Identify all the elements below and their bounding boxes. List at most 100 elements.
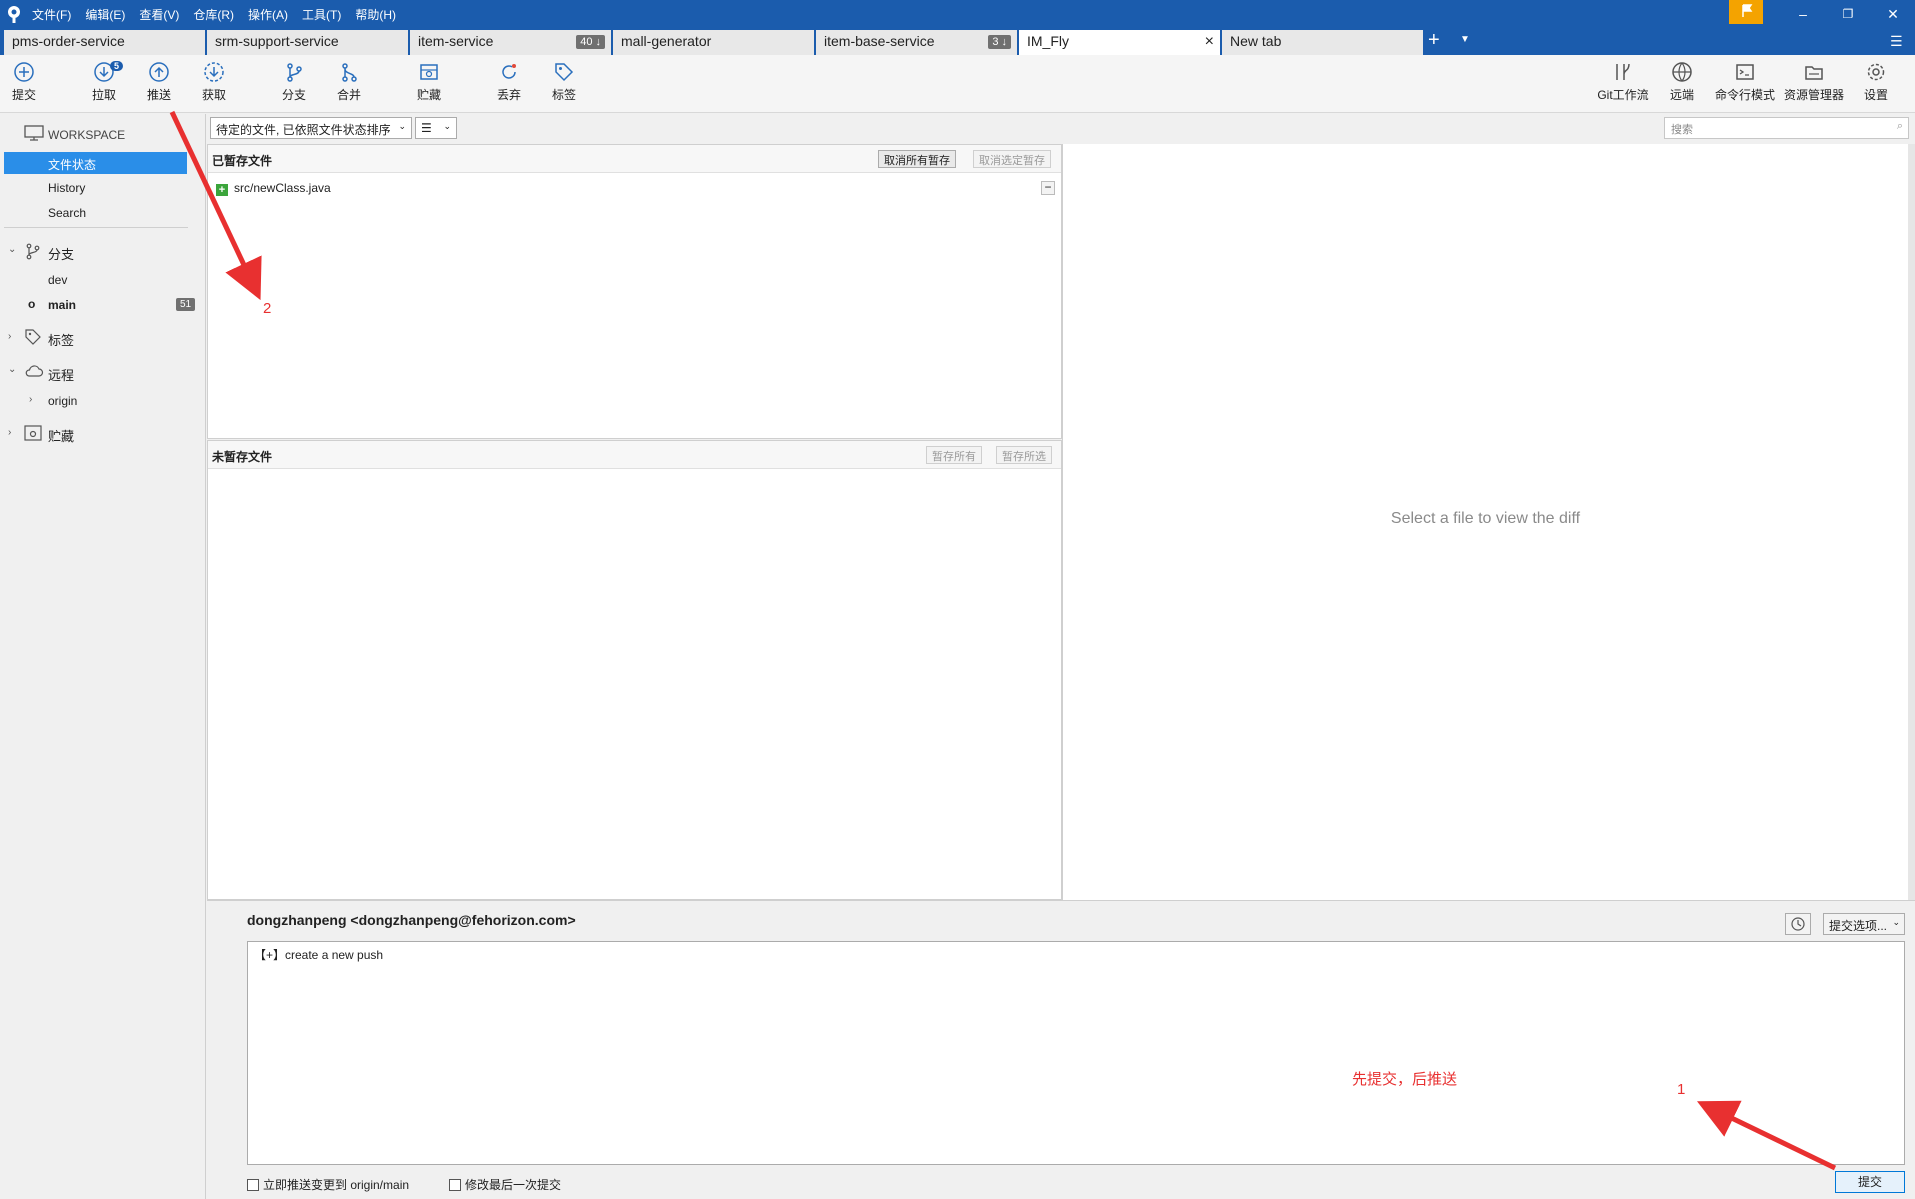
sidebar-section-branches[interactable]: 分支 xyxy=(48,244,74,263)
push-button[interactable]: 推送 xyxy=(133,61,185,103)
menu-help[interactable]: 帮助(H) xyxy=(355,6,396,23)
settings-button[interactable]: 设置 xyxy=(1850,61,1902,103)
terminal-button[interactable]: 命令行模式 xyxy=(1712,61,1778,103)
remote-button[interactable]: 远端 xyxy=(1656,61,1708,103)
sidebar-section-tags[interactable]: 标签 xyxy=(48,330,74,349)
stash-button[interactable]: 贮藏 xyxy=(403,61,455,103)
unstaged-files-header: 未暂存文件 暂存所有 暂存所选 xyxy=(208,441,1061,469)
sidebar-divider xyxy=(4,227,188,228)
menu-edit[interactable]: 编辑(E) xyxy=(85,6,125,23)
restore-icon[interactable]: ❐ xyxy=(1838,4,1858,24)
staged-files-panel: 已暂存文件 取消所有暂存 取消选定暂存 + src/newClass.java − xyxy=(207,144,1062,439)
diff-viewer: Select a file to view the diff xyxy=(1062,144,1908,900)
tab-srm-support-service[interactable]: srm-support-service xyxy=(207,30,409,55)
chevron-right-icon[interactable]: › xyxy=(8,427,11,438)
tab-label: srm-support-service xyxy=(215,33,339,49)
close-tab-icon[interactable]: × xyxy=(1205,33,1214,51)
chevron-right-icon[interactable]: › xyxy=(29,394,32,405)
commit-button[interactable]: 提交 xyxy=(0,61,50,103)
commit-message-input[interactable]: 【+】create a new push xyxy=(247,941,1905,1165)
menu-actions[interactable]: 操作(A) xyxy=(248,6,288,23)
tab-label: IM_Fly xyxy=(1027,33,1069,49)
cloud-icon xyxy=(25,365,44,377)
tab-pms-order-service[interactable]: pms-order-service xyxy=(4,30,206,55)
menu-repository[interactable]: 仓库(R) xyxy=(193,6,234,23)
view-mode-dropdown[interactable]: ☰ ⌄ xyxy=(415,117,457,139)
flag-icon[interactable] xyxy=(1729,0,1763,24)
unstage-all-button[interactable]: 取消所有暂存 xyxy=(878,150,956,168)
folder-icon xyxy=(1805,66,1823,80)
main-ahead-badge: 51 xyxy=(176,298,196,311)
commit-message-text: 【+】create a new push xyxy=(254,948,384,962)
settings-label: 设置 xyxy=(1863,88,1888,102)
close-window-icon[interactable]: ✕ xyxy=(1883,4,1903,24)
minimize-icon[interactable]: – xyxy=(1793,4,1813,24)
sidebar-section-remotes[interactable]: 远程 xyxy=(48,365,74,384)
current-branch-indicator-icon: o xyxy=(28,297,36,311)
diff-placeholder-message: Select a file to view the diff xyxy=(1390,510,1581,527)
unstage-selected-button[interactable]: 取消选定暂存 xyxy=(973,150,1051,168)
tab-new-tab[interactable]: New tab xyxy=(1222,30,1424,55)
sidebar-item-file-status[interactable]: 文件状态 xyxy=(48,156,96,173)
chevron-down-icon[interactable]: ⌄ xyxy=(8,244,16,255)
fetch-circle-icon xyxy=(204,62,224,82)
discard-button[interactable]: 丢弃 xyxy=(483,61,535,103)
sidebar-item-origin[interactable]: origin xyxy=(48,394,77,408)
explorer-button[interactable]: 资源管理器 xyxy=(1782,61,1846,103)
sidebar-item-search[interactable]: Search xyxy=(48,206,86,220)
merge-icon xyxy=(342,63,357,82)
tab-bar: pms-order-service srm-support-service it… xyxy=(0,28,1915,55)
added-file-icon: + xyxy=(216,184,228,196)
menu-bar: 文件(F) 编辑(E) 查看(V) 仓库(R) 操作(A) 工具(T) 帮助(H… xyxy=(32,6,396,23)
title-bar: 文件(F) 编辑(E) 查看(V) 仓库(R) 操作(A) 工具(T) 帮助(H… xyxy=(0,0,1915,28)
staged-file-row[interactable]: + src/newClass.java xyxy=(216,181,331,196)
amend-checkbox[interactable]: 修改最后一次提交 xyxy=(449,1176,561,1193)
stage-selected-button[interactable]: 暂存所选 xyxy=(996,446,1052,464)
sidebar-item-branch-main[interactable]: main xyxy=(48,298,76,312)
tag-button[interactable]: 标签 xyxy=(538,61,590,103)
merge-button[interactable]: 合并 xyxy=(323,61,375,103)
tab-label: item-base-service xyxy=(824,33,935,49)
gitflow-icon xyxy=(1616,63,1630,80)
pull-button[interactable]: 5 拉取 xyxy=(78,61,130,103)
menu-file[interactable]: 文件(F) xyxy=(32,6,71,23)
commit-history-button[interactable] xyxy=(1785,913,1811,935)
diff-scrollbar[interactable] xyxy=(1908,144,1915,900)
branch-button[interactable]: 分支 xyxy=(268,61,320,103)
push-immediately-checkbox[interactable]: 立即推送变更到 origin/main xyxy=(247,1176,409,1193)
staged-files-header: 已暂存文件 取消所有暂存 取消选定暂存 xyxy=(208,145,1061,173)
commit-submit-button[interactable]: 提交 xyxy=(1835,1171,1905,1193)
pull-count-badge: 5 xyxy=(110,61,124,71)
stash-icon xyxy=(420,64,438,80)
chevron-down-icon[interactable]: ▼ xyxy=(1460,34,1470,45)
fetch-button[interactable]: 获取 xyxy=(188,61,240,103)
incoming-count-badge: 3 ↓ xyxy=(988,35,1011,49)
sidebar-section-stashes[interactable]: 贮藏 xyxy=(48,426,74,445)
tab-item-base-service[interactable]: item-base-service 3 ↓ xyxy=(816,30,1018,55)
tab-label: mall-generator xyxy=(621,33,712,49)
add-tab-icon[interactable]: + xyxy=(1428,29,1440,52)
stage-all-button[interactable]: 暂存所有 xyxy=(926,446,982,464)
commit-author: dongzhanpeng <dongzhanpeng@fehorizon.com… xyxy=(247,912,576,928)
menu-tools[interactable]: 工具(T) xyxy=(302,6,341,23)
explorer-label: 资源管理器 xyxy=(1783,88,1844,102)
tag-icon xyxy=(555,63,574,82)
sidebar-item-history[interactable]: History xyxy=(48,181,85,195)
unstage-file-icon[interactable]: − xyxy=(1041,181,1055,195)
tab-mall-generator[interactable]: mall-generator xyxy=(613,30,815,55)
chevron-down-icon: ⌄ xyxy=(398,121,406,131)
branch-icon xyxy=(26,243,40,260)
tab-label: New tab xyxy=(1230,33,1282,49)
chevron-down-icon[interactable]: ⌄ xyxy=(8,364,16,375)
sort-dropdown[interactable]: 待定的文件, 已依照文件状态排序 ⌄ xyxy=(210,117,412,139)
chevron-right-icon[interactable]: › xyxy=(8,331,11,342)
terminal-label: 命令行模式 xyxy=(1714,88,1775,102)
search-input[interactable]: 搜索 ⌕ xyxy=(1664,117,1909,139)
menu-view[interactable]: 查看(V) xyxy=(139,6,179,23)
commit-options-dropdown[interactable]: 提交选项... ⌄ xyxy=(1823,913,1905,935)
hamburger-menu-icon[interactable]: ☰ xyxy=(1890,33,1903,50)
tab-im-fly[interactable]: IM_Fly × xyxy=(1019,30,1221,55)
tab-item-service[interactable]: item-service 40 ↓ xyxy=(410,30,612,55)
sidebar-item-branch-dev[interactable]: dev xyxy=(48,273,67,287)
gitflow-button[interactable]: Git工作流 xyxy=(1592,61,1654,103)
